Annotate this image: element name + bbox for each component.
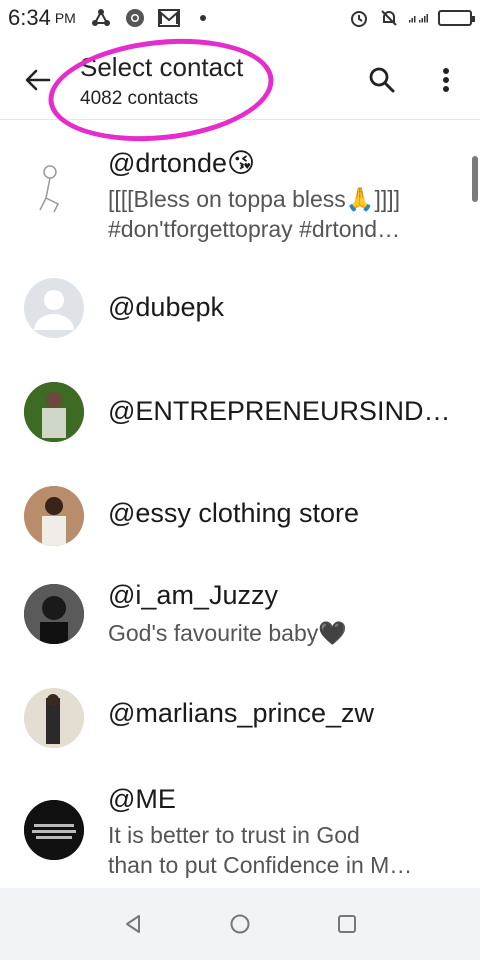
contact-row[interactable]: @essy clothing store [0,466,480,566]
battery-icon [438,10,475,26]
recents-square-icon [337,915,356,933]
contact-avatar [24,382,84,442]
chrome-icon [124,7,146,29]
status-line: God's favourite baby🖤 [108,620,347,646]
contact-row[interactable]: @drtonde😘 [[[[Bless on toppa bless🙏]]]] … [0,138,480,248]
contact-avatar [24,584,84,644]
contact-avatar [24,800,84,860]
status-line: than to put Confidence in M… [108,852,413,878]
mute-icon [378,7,400,29]
contact-row[interactable]: @ENTREPRENEURSIND… [0,362,480,462]
contact-status: [[[[Bless on toppa bless🙏]]]] #don'tforg… [108,184,458,244]
system-nav-bar [0,888,480,960]
contact-name: @dubepk [108,292,224,322]
more-options-button[interactable] [426,60,466,100]
nav-recents-button[interactable] [327,904,367,944]
arrow-left-icon [25,69,51,91]
back-button[interactable] [18,60,58,100]
contact-avatar [24,158,84,218]
nav-back-button[interactable] [113,904,153,944]
contact-status: God's favourite baby🖤 [108,618,458,648]
contact-row[interactable]: @i_am_Juzzy God's favourite baby🖤 [0,570,480,678]
search-icon [369,67,395,93]
app-bar: Select contact 4082 contacts [0,36,480,120]
back-triangle-icon [126,915,141,933]
contact-name: @drtonde😘 [108,148,256,178]
status-bar: 6:34 PM [0,0,480,36]
nav-home-button[interactable] [220,904,260,944]
home-circle-icon [230,914,250,934]
default-avatar-icon [24,278,84,338]
contact-name: @essy clothing store [108,498,360,528]
contact-row[interactable]: @marlians_prince_zw [0,682,480,782]
status-line: It is better to trust in God [108,822,360,848]
contact-avatar [24,688,84,748]
contact-name: @ME [108,784,176,814]
mail-icon [157,7,180,29]
contact-name: @ENTREPRENEURSIND… [108,396,451,426]
contacts-count: 4082 contacts [80,88,199,109]
contact-name: @i_am_Juzzy [108,580,278,610]
dot-icon [192,7,214,29]
status-ampm: PM [54,10,76,26]
more-vert-icon [443,68,449,92]
page-title: Select contact [80,52,244,82]
alarm-icon [348,7,370,29]
search-button[interactable] [362,60,402,100]
status-line: [[[[Bless on toppa bless🙏]]]] [108,186,401,212]
contact-avatar [24,486,84,546]
contact-row[interactable]: @dubepk [0,258,480,358]
status-time: 6:34 [8,5,51,30]
contact-row[interactable]: @ME It is better to trust in God than to… [0,780,480,888]
contact-status: It is better to trust in God than to put… [108,820,458,880]
status-line: #don'tforgettopray #drtond… [108,216,401,242]
contact-name: @marlians_prince_zw [108,698,375,728]
navigation-icon [90,7,112,29]
signal-icon [408,7,430,29]
